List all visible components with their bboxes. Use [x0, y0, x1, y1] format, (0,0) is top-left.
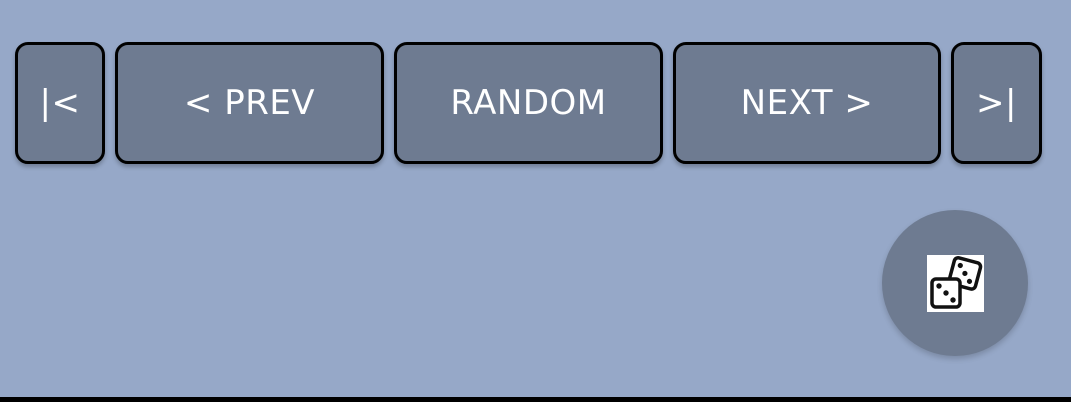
random-dice-fab[interactable]	[882, 210, 1028, 356]
comic-navigation: |< < PREV RANDOM NEXT > >|	[0, 42, 1071, 168]
first-comic-button[interactable]: |<	[15, 42, 105, 164]
previous-comic-button[interactable]: < PREV	[115, 42, 384, 164]
last-comic-button[interactable]: >|	[951, 42, 1042, 164]
next-comic-label: NEXT >	[740, 83, 874, 123]
first-comic-label: |<	[39, 83, 81, 123]
random-comic-label: RANDOM	[450, 83, 607, 123]
bottom-divider	[0, 397, 1071, 402]
last-comic-label: >|	[976, 83, 1017, 123]
previous-comic-label: < PREV	[183, 83, 316, 123]
random-comic-button[interactable]: RANDOM	[394, 42, 663, 164]
next-comic-button[interactable]: NEXT >	[673, 42, 941, 164]
dice-icon	[926, 254, 984, 312]
